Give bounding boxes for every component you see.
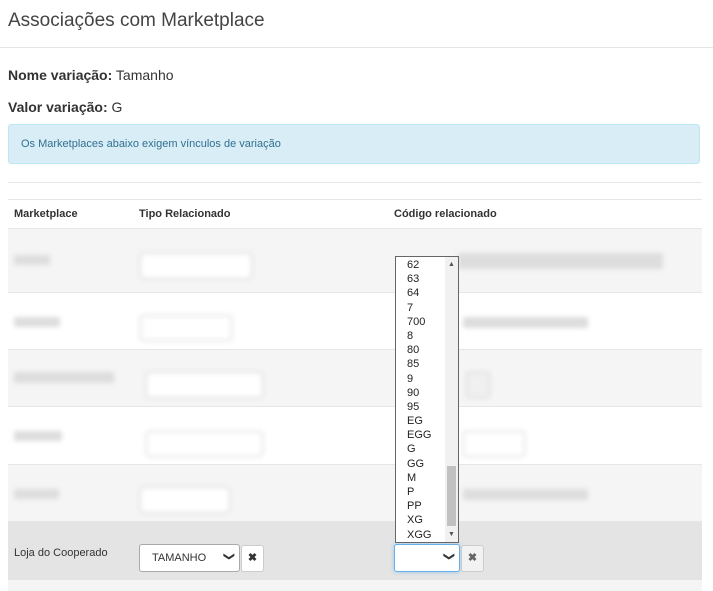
modal-title: Associações com Marketplace [8,10,265,31]
chevron-down-icon: ❯ [222,551,235,562]
header-codigo-relacionado: Código relacionado [394,208,497,220]
dropdown-options: 62 63 64 7 700 8 80 85 9 90 95 EG EGG G GG M P PP XG XGG [407,258,431,542]
valor-variacao-label: Valor variação: [8,99,108,115]
table-top-border [8,199,702,200]
dropdown-option[interactable]: 7 [407,301,431,315]
marketplace-name: Loja do Cooperado [14,547,108,559]
header-marketplace: Marketplace [14,208,78,220]
dropdown-option[interactable]: 64 [407,286,431,300]
dropdown-option[interactable]: 8 [407,329,431,343]
dropdown-option[interactable]: GG [407,457,431,471]
dropdown-option[interactable]: EGG [407,428,431,442]
dropdown-option[interactable]: 85 [407,357,431,371]
table-row [8,406,702,465]
table-row-active: Loja do Cooperado [8,521,702,581]
dropdown-scrollbar[interactable]: ▲ ▼ [445,257,458,542]
header-tipo-relacionado: Tipo Relacionado [139,208,231,220]
dropdown-option[interactable]: 95 [407,400,431,414]
dropdown-option[interactable]: 700 [407,315,431,329]
nome-variacao-value: Tamanho [115,67,174,83]
table-row [8,464,702,522]
table-row [8,292,702,350]
dropdown-option[interactable]: EG [407,414,431,428]
header-divider [0,47,713,48]
arrow-down-icon[interactable]: ▼ [447,531,456,538]
tipo-relacionado-select[interactable]: TAMANHO ❯ [139,544,240,572]
dropdown-option[interactable]: XGG [407,528,431,542]
remove-codigo-button[interactable]: ✖ [461,545,484,572]
dropdown-option[interactable]: 63 [407,272,431,286]
times-icon: ✖ [247,552,258,564]
dropdown-option[interactable]: M [407,471,431,485]
table-row [8,349,702,407]
table-footer-row [8,580,702,591]
chevron-down-icon: ❯ [442,551,455,562]
dropdown-option[interactable]: PP [407,499,431,513]
nome-variacao: Nome variação: Tamanho [8,67,174,83]
valor-variacao-value: G [111,99,123,115]
tipo-relacionado-value: TAMANHO [152,552,207,564]
arrow-up-icon[interactable]: ▲ [447,261,456,268]
scrollbar-thumb[interactable] [447,466,456,526]
dropdown-option[interactable]: G [407,442,431,456]
dropdown-option[interactable]: 9 [407,372,431,386]
dropdown-option[interactable]: 62 [407,258,431,272]
remove-tipo-button[interactable]: ✖ [241,545,264,572]
dropdown-option[interactable]: XG [407,513,431,527]
codigo-dropdown-list[interactable]: 62 63 64 7 700 8 80 85 9 90 95 EG EGG G GG M P PP XG XGG ▲ … [395,256,459,543]
divider [8,182,702,183]
dropdown-option[interactable]: 80 [407,343,431,357]
dropdown-option[interactable]: P [407,485,431,499]
codigo-relacionado-select[interactable]: ❯ [394,544,460,572]
valor-variacao: Valor variação: G [8,99,122,115]
table-row [8,228,702,293]
info-alert: Os Marketplaces abaixo exigem vínculos d… [8,124,700,164]
times-icon: ✖ [467,552,478,564]
dropdown-option[interactable]: 90 [407,386,431,400]
nome-variacao-label: Nome variação: [8,67,113,83]
